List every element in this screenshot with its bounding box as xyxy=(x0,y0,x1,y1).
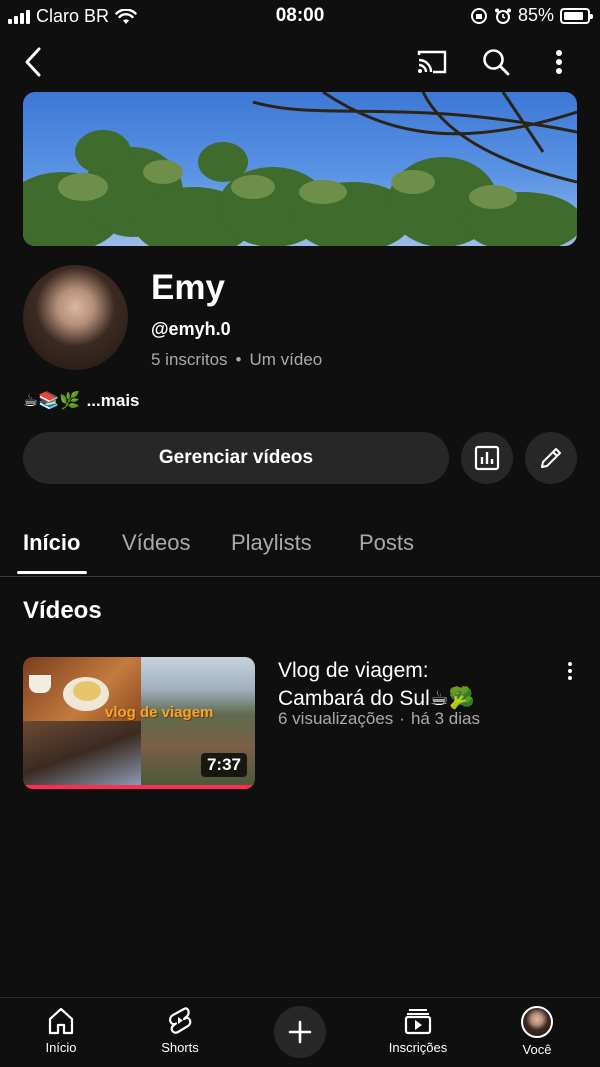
analytics-button[interactable] xyxy=(461,432,513,484)
top-nav xyxy=(0,40,600,84)
subscriptions-icon xyxy=(404,1009,432,1035)
thumb-cup xyxy=(29,675,51,693)
channel-bio[interactable]: ☕📚🌿 ...mais xyxy=(23,391,140,411)
channel-handle: @emyh.0 xyxy=(151,319,231,339)
video-more-icon[interactable] xyxy=(563,659,577,683)
nav-home[interactable]: Início xyxy=(16,1006,106,1055)
channel-avatar[interactable] xyxy=(23,265,128,370)
avatar-icon xyxy=(521,1006,553,1038)
analytics-icon xyxy=(474,445,500,471)
active-tab-indicator xyxy=(17,571,87,574)
thumb-panel-room xyxy=(23,721,141,785)
meta-separator: • xyxy=(235,350,242,369)
nav-you[interactable]: Você xyxy=(492,1006,582,1057)
section-title: Vídeos xyxy=(23,597,102,624)
watch-progress-bar xyxy=(23,785,255,789)
video-meta-separator: · xyxy=(399,709,405,728)
video-thumbnail[interactable]: vlog de viagem 7:37 xyxy=(23,657,255,789)
video-duration: 7:37 xyxy=(200,753,247,777)
bio-more-link[interactable]: ...mais xyxy=(87,391,140,411)
back-icon[interactable] xyxy=(16,44,52,80)
tab-playlists[interactable]: Playlists xyxy=(231,530,312,556)
battery-icon xyxy=(560,7,593,24)
thumb-bread xyxy=(73,681,101,701)
tab-inicio[interactable]: Início xyxy=(23,530,80,556)
battery-percent: 85% xyxy=(517,5,554,25)
video-item[interactable]: vlog de viagem 7:37 Vlog de viagem: Camb… xyxy=(23,657,577,789)
home-icon xyxy=(48,1007,74,1035)
thumbnail-caption: vlog de viagem xyxy=(105,704,214,721)
cast-icon[interactable] xyxy=(414,44,450,80)
video-title[interactable]: Vlog de viagem: Cambará do Sul☕🥦 xyxy=(278,657,518,713)
nav-shorts[interactable]: Shorts xyxy=(135,1006,225,1055)
video-meta: 6 visualizações · há 3 dias xyxy=(278,709,480,729)
bio-emojis: ☕📚🌿 xyxy=(23,391,81,410)
nav-subscriptions-label: Inscrições xyxy=(388,1040,448,1055)
bottom-nav: Início Shorts Inscrições Você xyxy=(0,997,600,1067)
channel-meta: 5 inscritos • Um vídeo xyxy=(151,350,322,370)
banner-foliage xyxy=(23,92,577,246)
search-icon[interactable] xyxy=(478,44,514,80)
channel-tabs: Início Vídeos Playlists Posts xyxy=(0,520,600,577)
nav-you-label: Você xyxy=(522,1042,552,1057)
edit-channel-button[interactable] xyxy=(525,432,577,484)
nav-subscriptions[interactable]: Inscrições xyxy=(373,1006,463,1055)
status-bar: Claro BR 08:00 85% xyxy=(0,0,600,34)
video-count: Um vídeo xyxy=(249,350,323,369)
channel-name: Emy xyxy=(151,268,225,307)
tab-posts[interactable]: Posts xyxy=(359,530,414,556)
video-age: há 3 dias xyxy=(410,709,480,728)
battery-fill xyxy=(564,11,583,20)
shorts-icon xyxy=(169,1007,192,1034)
manage-videos-button[interactable]: Gerenciar vídeos xyxy=(23,432,449,484)
video-views: 6 visualizações xyxy=(278,709,394,728)
create-button[interactable] xyxy=(274,1006,326,1058)
more-vert-icon[interactable] xyxy=(541,44,577,80)
plus-icon xyxy=(288,1020,312,1044)
channel-banner xyxy=(23,92,577,246)
tab-videos[interactable]: Vídeos xyxy=(122,530,191,556)
nav-home-label: Início xyxy=(45,1040,77,1055)
status-right: 85% xyxy=(470,5,593,26)
pencil-icon xyxy=(541,448,561,468)
orientation-lock-icon xyxy=(470,7,487,24)
nav-shorts-label: Shorts xyxy=(161,1040,199,1055)
alarm-icon xyxy=(494,8,511,24)
subscriber-count: 5 inscritos xyxy=(151,350,228,369)
